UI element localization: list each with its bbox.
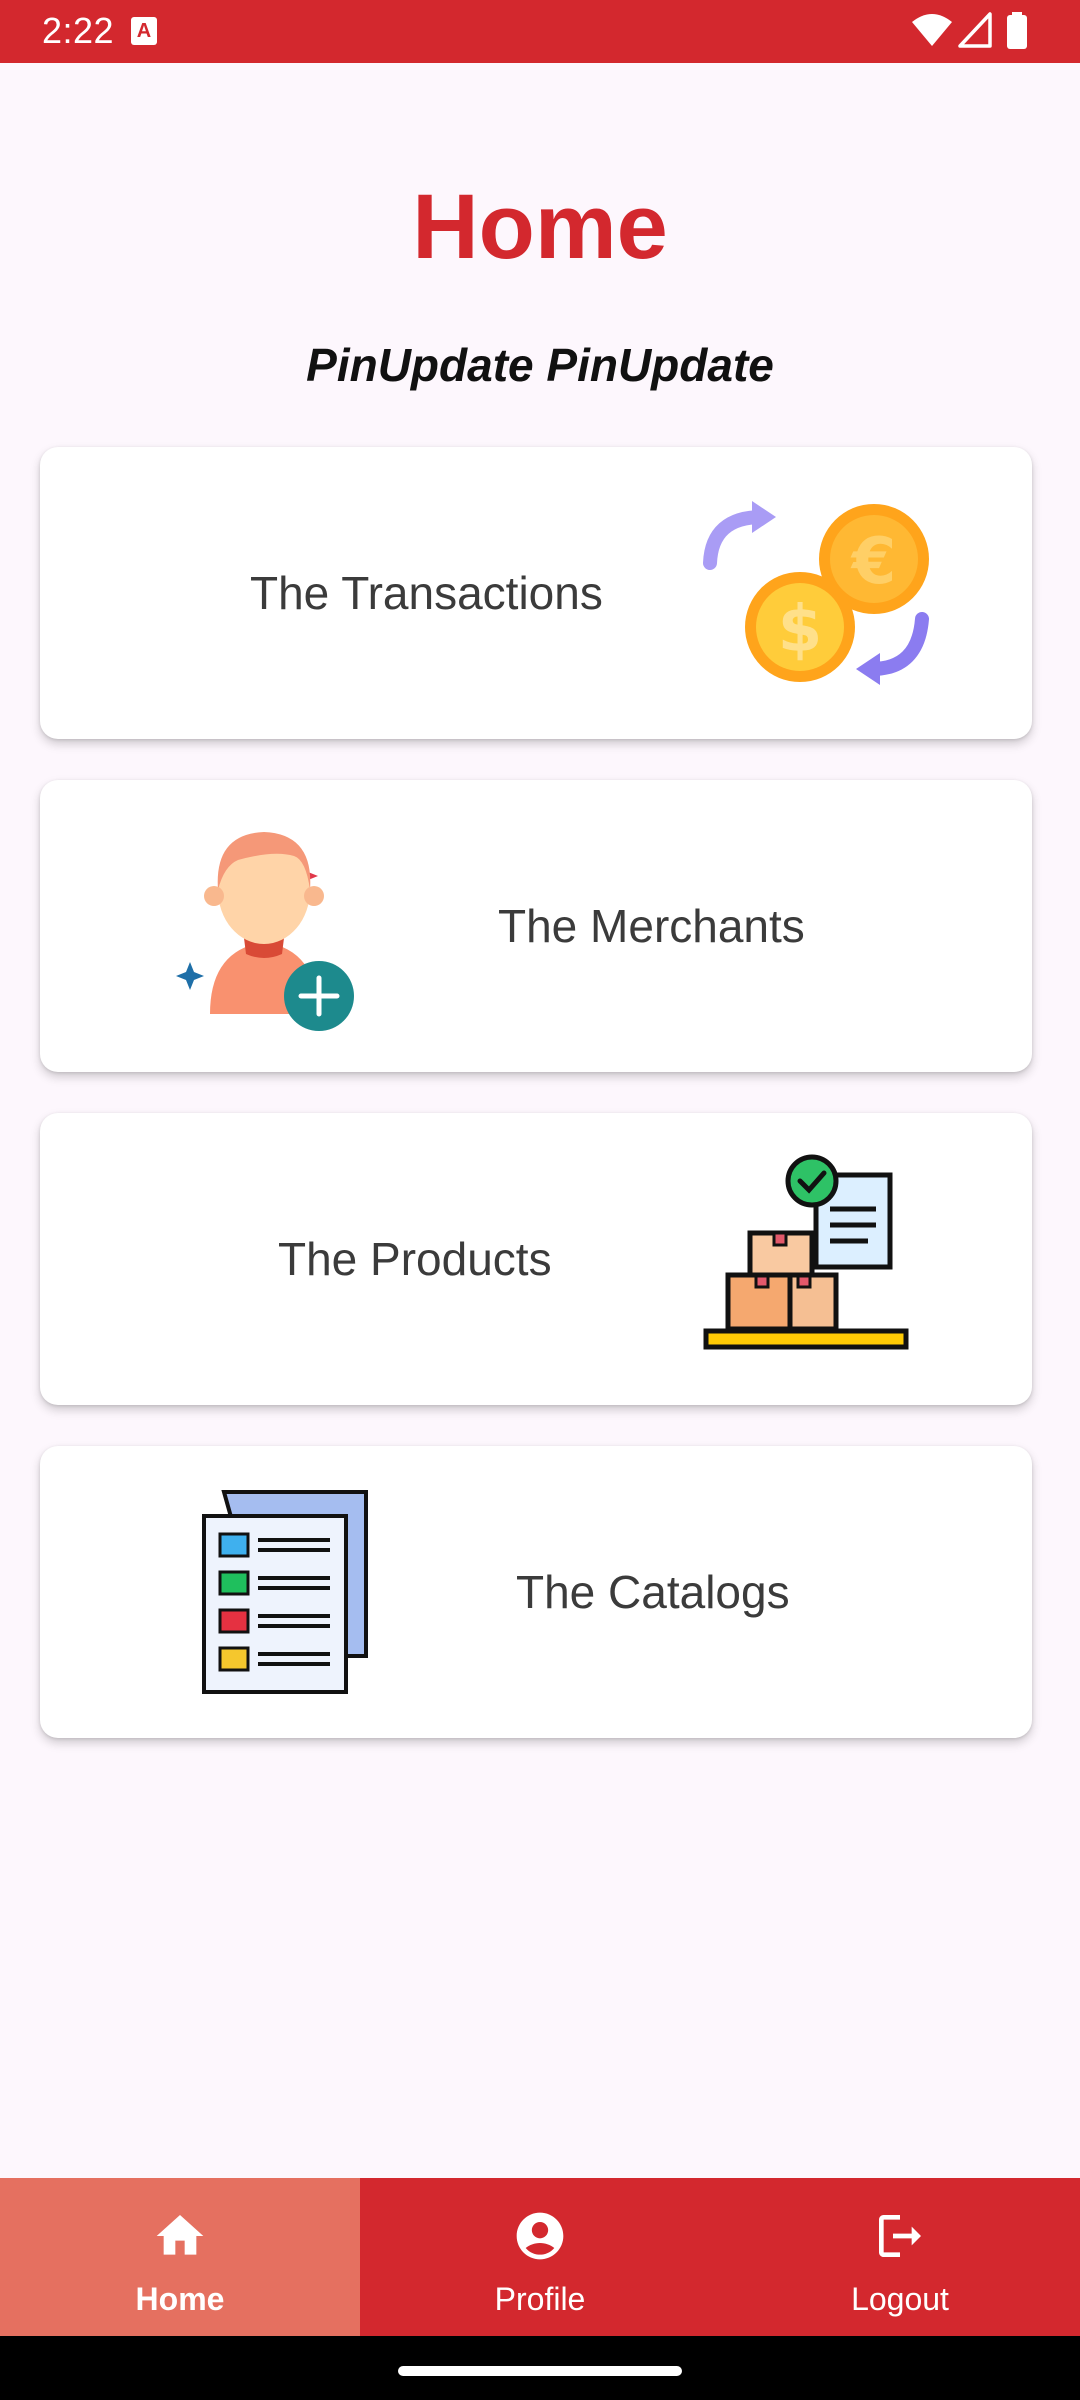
status-icons — [912, 12, 1042, 52]
catalogs-card[interactable]: The Catalogs — [40, 1446, 1032, 1738]
nav-profile-label: Profile — [494, 2281, 586, 2317]
page-title: Home — [412, 176, 668, 278]
catalogs-label: The Catalogs — [516, 1566, 790, 1618]
nav-profile[interactable]: Profile — [360, 2178, 720, 2336]
merchants-card[interactable]: The Merchants — [40, 780, 1032, 1072]
status-bar: 2:22 A — [0, 0, 1080, 63]
bottom-nav: Home Profile Logout — [0, 2178, 1080, 2336]
catalog-document-icon — [202, 1490, 368, 1694]
wifi-icon — [912, 14, 952, 46]
gesture-bar — [0, 2336, 1080, 2400]
merchants-label: The Merchants — [498, 900, 805, 952]
home-gesture-handle[interactable] — [398, 2366, 682, 2376]
status-time: 2:22 — [42, 10, 115, 51]
nav-logout-label: Logout — [851, 2281, 949, 2317]
nav-home[interactable]: Home — [0, 2178, 360, 2336]
nav-home-label: Home — [135, 2281, 225, 2317]
transactions-label: The Transactions — [250, 567, 603, 619]
products-card[interactable]: The Products — [40, 1113, 1032, 1405]
products-label: The Products — [278, 1233, 552, 1285]
inventory-boxes-icon — [703, 1154, 909, 1350]
transactions-card[interactable]: The Transactions € $ — [40, 447, 1032, 739]
profile-icon — [516, 2212, 564, 2260]
logout-icon — [879, 2215, 921, 2257]
notification-icon: A — [131, 17, 157, 45]
nav-logout[interactable]: Logout — [720, 2178, 1080, 2336]
svg-text:€: € — [850, 525, 897, 599]
home-icon — [156, 2215, 204, 2255]
battery-icon — [1007, 12, 1027, 49]
svg-text:$: $ — [778, 593, 823, 667]
currency-exchange-icon: € $ — [703, 501, 929, 685]
page-subtitle: PinUpdate PinUpdate — [306, 339, 774, 391]
add-user-icon — [176, 832, 354, 1031]
cell-signal-icon — [958, 12, 992, 48]
